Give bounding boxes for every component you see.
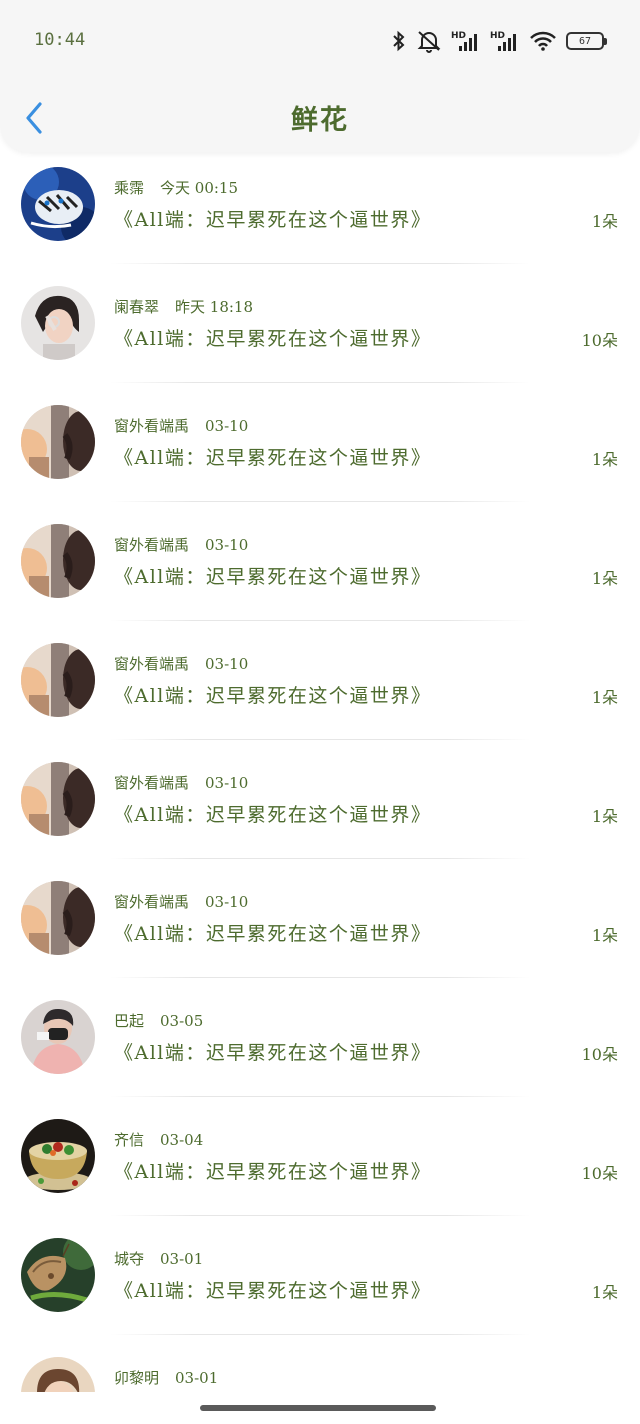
- svg-text:HD: HD: [451, 31, 466, 41]
- book-title: 《All端：迟早累死在这个逼世界》: [114, 923, 432, 945]
- user-name: 窗外看端禹: [114, 417, 190, 435]
- user-name: 窗外看端禹: [114, 774, 190, 792]
- item-meta: 阑春翠 昨天 18:18: [114, 296, 253, 317]
- user-name: 窗外看端禹: [114, 893, 190, 911]
- item-meta: 窗外看端禹 03-10: [114, 653, 248, 674]
- app-header: 10:44 HD HD 67 鲜花: [0, 0, 640, 152]
- item-meta: 卯黎明 03-01: [114, 1367, 218, 1388]
- item-time: 03-10: [205, 536, 249, 554]
- avatar[interactable]: [21, 643, 95, 717]
- flower-count: 1朵: [591, 807, 618, 826]
- user-name: 巴起: [114, 1012, 145, 1030]
- user-name: 城夺: [114, 1250, 145, 1268]
- page-title: 鲜花: [291, 105, 349, 136]
- avatar[interactable]: [21, 1119, 95, 1193]
- item-time: 昨天 18:18: [175, 298, 254, 316]
- user-name: 乘霈: [114, 179, 145, 197]
- item-time: 03-10: [205, 655, 249, 673]
- avatar[interactable]: [21, 524, 95, 598]
- user-name: 齐信: [114, 1131, 145, 1149]
- book-title: 《All端：迟早累死在这个逼世界》: [114, 447, 432, 469]
- flower-count: 10朵: [581, 331, 618, 350]
- list-item[interactable]: 巴起 03-05 《All端：迟早累死在这个逼世界》 10朵: [0, 978, 640, 1097]
- list-item[interactable]: 乘霈 今天 00:15 《All端：迟早累死在这个逼世界》 1朵: [0, 145, 640, 264]
- list-item[interactable]: 阑春翠 昨天 18:18 《All端：迟早累死在这个逼世界》 10朵: [0, 264, 640, 383]
- item-time: 03-01: [160, 1250, 204, 1268]
- item-meta: 窗外看端禹 03-10: [114, 415, 248, 436]
- wifi-icon: [530, 31, 556, 51]
- item-time: 03-01: [175, 1369, 219, 1387]
- avatar[interactable]: [21, 286, 95, 360]
- home-indicator[interactable]: [200, 1405, 436, 1411]
- flower-count: 1朵: [591, 926, 618, 945]
- item-time: 03-05: [160, 1012, 204, 1030]
- book-title: 《All端：迟早累死在这个逼世界》: [114, 804, 432, 826]
- flower-count: 1朵: [591, 688, 618, 707]
- list-item[interactable]: 窗外看端禹 03-10 《All端：迟早累死在这个逼世界》 1朵: [0, 621, 640, 740]
- bluetooth-icon: [393, 30, 405, 52]
- avatar[interactable]: [21, 1238, 95, 1312]
- status-time: 10:44: [34, 30, 86, 50]
- item-meta: 齐信 03-04: [114, 1129, 203, 1150]
- list-item[interactable]: 齐信 03-04 《All端：迟早累死在这个逼世界》 10朵: [0, 1097, 640, 1216]
- item-meta: 窗外看端禹 03-10: [114, 772, 248, 793]
- battery-icon: 67: [566, 32, 607, 50]
- avatar[interactable]: [21, 762, 95, 836]
- list-item[interactable]: 窗外看端禹 03-10 《All端：迟早累死在这个逼世界》 1朵: [0, 383, 640, 502]
- avatar[interactable]: [21, 167, 95, 241]
- flower-count: 1朵: [591, 1283, 618, 1302]
- signal-hd-icon: HD: [451, 31, 477, 51]
- item-time: 今天 00:15: [160, 179, 239, 197]
- flower-count: 1朵: [591, 450, 618, 469]
- flower-count: 10朵: [581, 1045, 618, 1064]
- item-meta: 巴起 03-05: [114, 1010, 203, 1031]
- list-item[interactable]: 窗外看端禹 03-10 《All端：迟早累死在这个逼世界》 1朵: [0, 859, 640, 978]
- book-title: 《All端：迟早累死在这个逼世界》: [114, 1042, 432, 1064]
- book-title: 《All端：迟早累死在这个逼世界》: [114, 685, 432, 707]
- book-title: 《All端：迟早累死在这个逼世界》: [114, 1280, 432, 1302]
- user-name: 卯黎明: [114, 1369, 160, 1387]
- flower-count: 1朵: [591, 569, 618, 588]
- flower-count: 1朵: [591, 212, 618, 231]
- book-title: 《All端：迟早累死在这个逼世界》: [114, 209, 432, 231]
- signal-hd-icon: HD: [490, 31, 516, 51]
- book-title: 《All端：迟早累死在这个逼世界》: [114, 328, 432, 350]
- item-time: 03-10: [205, 893, 249, 911]
- status-icons: HD HD 67: [391, 28, 607, 54]
- list-item[interactable]: 城夺 03-01 《All端：迟早累死在这个逼世界》 1朵: [0, 1216, 640, 1335]
- avatar[interactable]: [21, 405, 95, 479]
- item-time: 03-10: [205, 417, 249, 435]
- battery-level: 67: [578, 35, 592, 47]
- avatar[interactable]: [21, 881, 95, 955]
- flower-list: 乘霈 今天 00:15 《All端：迟早累死在这个逼世界》 1朵 阑春翠 昨天 18:18…: [0, 145, 640, 1424]
- avatar[interactable]: [21, 1000, 95, 1074]
- user-name: 窗外看端禹: [114, 655, 190, 673]
- item-meta: 城夺 03-01: [114, 1248, 203, 1269]
- item-meta: 乘霈 今天 00:15: [114, 177, 238, 198]
- svg-text:HD: HD: [490, 31, 505, 41]
- list-item[interactable]: 窗外看端禹 03-10 《All端：迟早累死在这个逼世界》 1朵: [0, 740, 640, 859]
- book-title: 《All端：迟早累死在这个逼世界》: [114, 1161, 432, 1183]
- item-time: 03-04: [160, 1131, 204, 1149]
- item-meta: 窗外看端禹 03-10: [114, 534, 248, 555]
- user-name: 阑春翠: [114, 298, 160, 316]
- list-item[interactable]: 窗外看端禹 03-10 《All端：迟早累死在这个逼世界》 1朵: [0, 502, 640, 621]
- item-time: 03-10: [205, 774, 249, 792]
- flower-count: 10朵: [581, 1164, 618, 1183]
- book-title: 《All端：迟早累死在这个逼世界》: [114, 566, 432, 588]
- mute-icon: [417, 31, 441, 53]
- user-name: 窗外看端禹: [114, 536, 190, 554]
- item-meta: 窗外看端禹 03-10: [114, 891, 248, 912]
